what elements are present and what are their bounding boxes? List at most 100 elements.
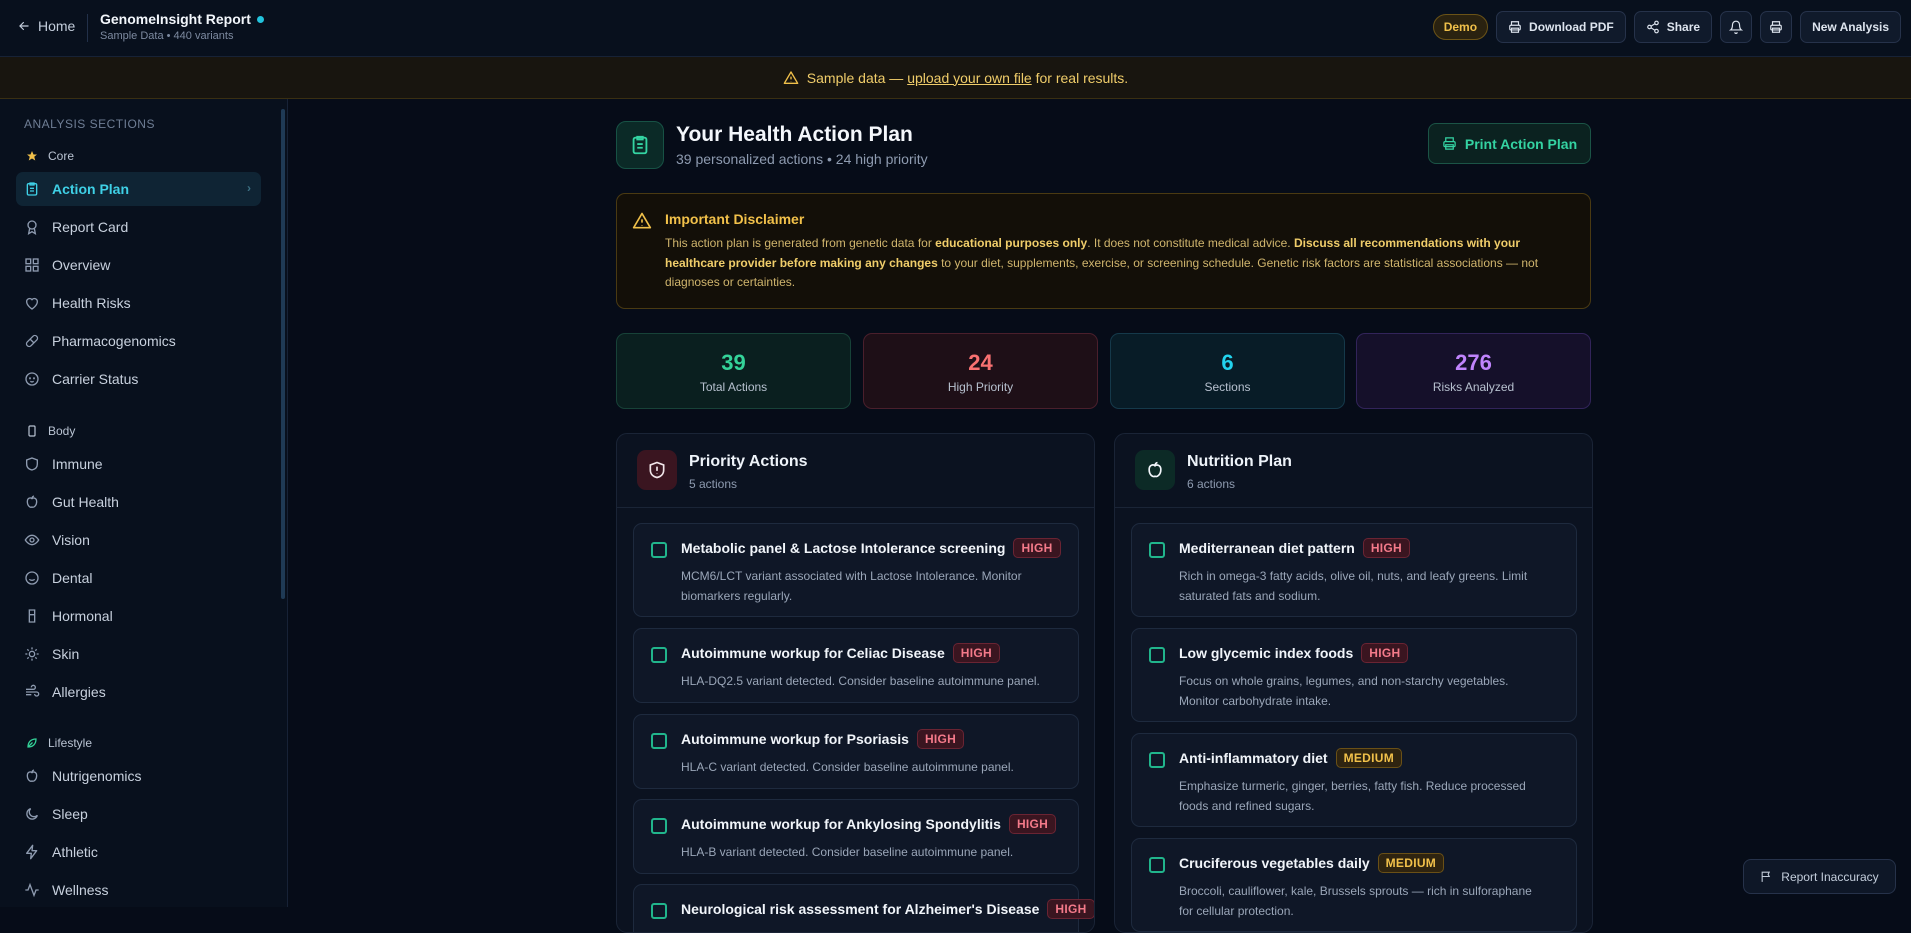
priority-badge: HIGH — [1361, 643, 1409, 663]
panel-count: 5 actions — [689, 477, 738, 491]
warning-icon — [632, 211, 652, 231]
priority-badge: HIGH — [1008, 814, 1057, 834]
printer-icon — [1442, 136, 1457, 151]
notifications-button[interactable] — [1720, 11, 1753, 43]
new-analysis-button[interactable]: New Analysis — [1800, 11, 1901, 43]
action-checkbox[interactable] — [1149, 857, 1165, 873]
sidebar-item-label: Athletic — [52, 844, 98, 860]
star-icon — [24, 148, 40, 164]
action-checkbox[interactable] — [1149, 752, 1165, 768]
sidebar-item-label: Wellness — [52, 882, 109, 898]
share-button[interactable]: Share — [1633, 11, 1713, 43]
sidebar-item-gut-health[interactable]: Gut Health — [16, 485, 261, 519]
sidebar-item-dental[interactable]: Dental — [16, 561, 261, 595]
sidebar-item-skin[interactable]: Skin — [16, 637, 261, 671]
action-title: Mediterranean diet pattern — [1179, 540, 1355, 556]
page-subtitle: 39 personalized actions • 24 high priori… — [676, 151, 928, 167]
print-action-plan-button[interactable]: Print Action Plan — [1428, 123, 1591, 164]
action-card[interactable]: Autoimmune workup for Celiac Disease HIGH… — [633, 628, 1079, 703]
grid-icon — [24, 257, 40, 273]
flask-icon — [24, 608, 40, 624]
sidebar-item-hormonal[interactable]: Hormonal — [16, 599, 261, 633]
group-label: Core — [48, 149, 75, 163]
clipboard-icon — [24, 181, 40, 197]
sidebar-item-label: Action Plan — [52, 181, 130, 197]
eye-icon — [24, 532, 40, 548]
sidebar-item-wellness[interactable]: Wellness — [16, 873, 261, 907]
action-card[interactable]: Cruciferous vegetables daily MEDIUM Brocc… — [1131, 838, 1577, 932]
action-description: Focus on whole grains, legumes, and non-… — [1179, 674, 1509, 708]
action-description: Emphasize turmeric, ginger, berries, fat… — [1179, 779, 1526, 813]
upload-file-link[interactable]: upload your own file — [907, 70, 1032, 86]
sidebar-item-vision[interactable]: Vision — [16, 523, 261, 557]
arrow-left-icon — [17, 19, 31, 33]
panel-count: 6 actions — [1187, 477, 1236, 491]
sidebar-item-athletic[interactable]: Athletic — [16, 835, 261, 869]
stat-label: Risks Analyzed — [1432, 380, 1515, 394]
action-card[interactable]: Anti-inflammatory diet MEDIUM Emphasize t… — [1131, 733, 1577, 827]
report-inaccuracy-button[interactable]: Report Inaccuracy — [1743, 859, 1896, 894]
action-checkbox[interactable] — [1149, 647, 1165, 663]
chevron-right-icon: › — [247, 181, 251, 195]
action-card[interactable]: Low glycemic index foods HIGH Focus on wh… — [1131, 628, 1577, 722]
action-checkbox[interactable] — [1149, 542, 1165, 558]
wind-icon — [24, 684, 40, 700]
sidebar-item-label: Pharmacogenomics — [52, 333, 176, 349]
sidebar-item-immune[interactable]: Immune — [16, 447, 261, 481]
action-title: Autoimmune workup for Ankylosing Spondyl… — [681, 816, 1001, 832]
group-lifestyle: Lifestyle — [24, 735, 92, 751]
bell-icon — [1729, 20, 1744, 34]
sidebar-item-action-plan[interactable]: Action Plan › — [16, 172, 261, 206]
priority-badge: HIGH — [1362, 538, 1411, 558]
download-pdf-label: Download PDF — [1529, 20, 1614, 34]
heart-icon — [24, 295, 40, 311]
stat-high-priority: 24 High Priority — [863, 333, 1098, 409]
download-pdf-button[interactable]: Download PDF — [1496, 11, 1626, 43]
action-card[interactable]: Autoimmune workup for Ankylosing Spondyl… — [633, 799, 1079, 874]
demo-badge: Demo — [1432, 14, 1489, 40]
sidebar-item-label: Health Risks — [52, 295, 131, 311]
action-checkbox[interactable] — [651, 647, 667, 663]
sidebar-item-report-card[interactable]: Report Card — [16, 210, 261, 244]
sidebar-scrollbar[interactable] — [281, 109, 285, 599]
smile-icon — [24, 570, 40, 586]
sidebar-item-sleep[interactable]: Sleep — [16, 797, 261, 831]
home-link[interactable]: Home — [17, 18, 75, 34]
print-button[interactable] — [1760, 11, 1793, 43]
pill-icon — [24, 333, 40, 349]
panel-header: Nutrition Plan 6 actions — [1115, 434, 1592, 508]
action-title: Neurological risk assessment for Alzheim… — [681, 901, 1040, 917]
sidebar-item-health-risks[interactable]: Health Risks — [16, 286, 261, 320]
sidebar-item-label: Immune — [52, 456, 103, 472]
action-card[interactable]: Neurological risk assessment for Alzheim… — [633, 884, 1094, 932]
report-brand: GenomeInsight Report Sample Data • 440 v… — [100, 11, 264, 42]
top-bar: Home GenomeInsight Report Sample Data • … — [0, 0, 1911, 57]
sidebar-item-carrier-status[interactable]: Carrier Status — [16, 362, 261, 396]
action-description: Broccoli, cauliflower, kale, Brussels sp… — [1179, 884, 1532, 918]
action-title: Autoimmune workup for Psoriasis — [681, 731, 909, 747]
sidebar-item-pharmacogenomics[interactable]: Pharmacogenomics — [16, 324, 261, 358]
action-checkbox[interactable] — [651, 733, 667, 749]
divider — [87, 14, 88, 42]
action-card[interactable]: Mediterranean diet pattern HIGH Rich in o… — [1131, 523, 1577, 617]
priority-badge: HIGH — [952, 643, 1000, 663]
sidebar-item-allergies[interactable]: Allergies — [16, 675, 261, 709]
priority-badge: HIGH — [1047, 899, 1094, 919]
action-title: Cruciferous vegetables daily — [1179, 855, 1370, 871]
flag-icon — [1760, 870, 1773, 883]
group-body: Body — [24, 423, 75, 439]
sidebar-item-nutrigenomics[interactable]: Nutrigenomics — [16, 759, 261, 793]
sun-icon — [24, 646, 40, 662]
priority-actions-panel: Priority Actions 5 actions Metabolic pan… — [616, 433, 1095, 933]
action-card[interactable]: Autoimmune workup for Psoriasis HIGH HLA-… — [633, 714, 1079, 789]
action-card[interactable]: Metabolic panel & Lactose Intolerance sc… — [633, 523, 1079, 617]
action-checkbox[interactable] — [651, 542, 667, 558]
action-checkbox[interactable] — [651, 903, 667, 919]
main-content: Your Health Action Plan 39 personalized … — [289, 99, 1911, 933]
disclaimer-text: This action plan is generated from genet… — [665, 236, 1539, 289]
action-checkbox[interactable] — [651, 818, 667, 834]
priority-badge: HIGH — [1013, 538, 1061, 558]
sidebar-item-overview[interactable]: Overview — [16, 248, 261, 282]
sample-data-banner: Sample data — upload your own file for r… — [0, 57, 1911, 99]
clipboard-icon — [616, 121, 664, 169]
